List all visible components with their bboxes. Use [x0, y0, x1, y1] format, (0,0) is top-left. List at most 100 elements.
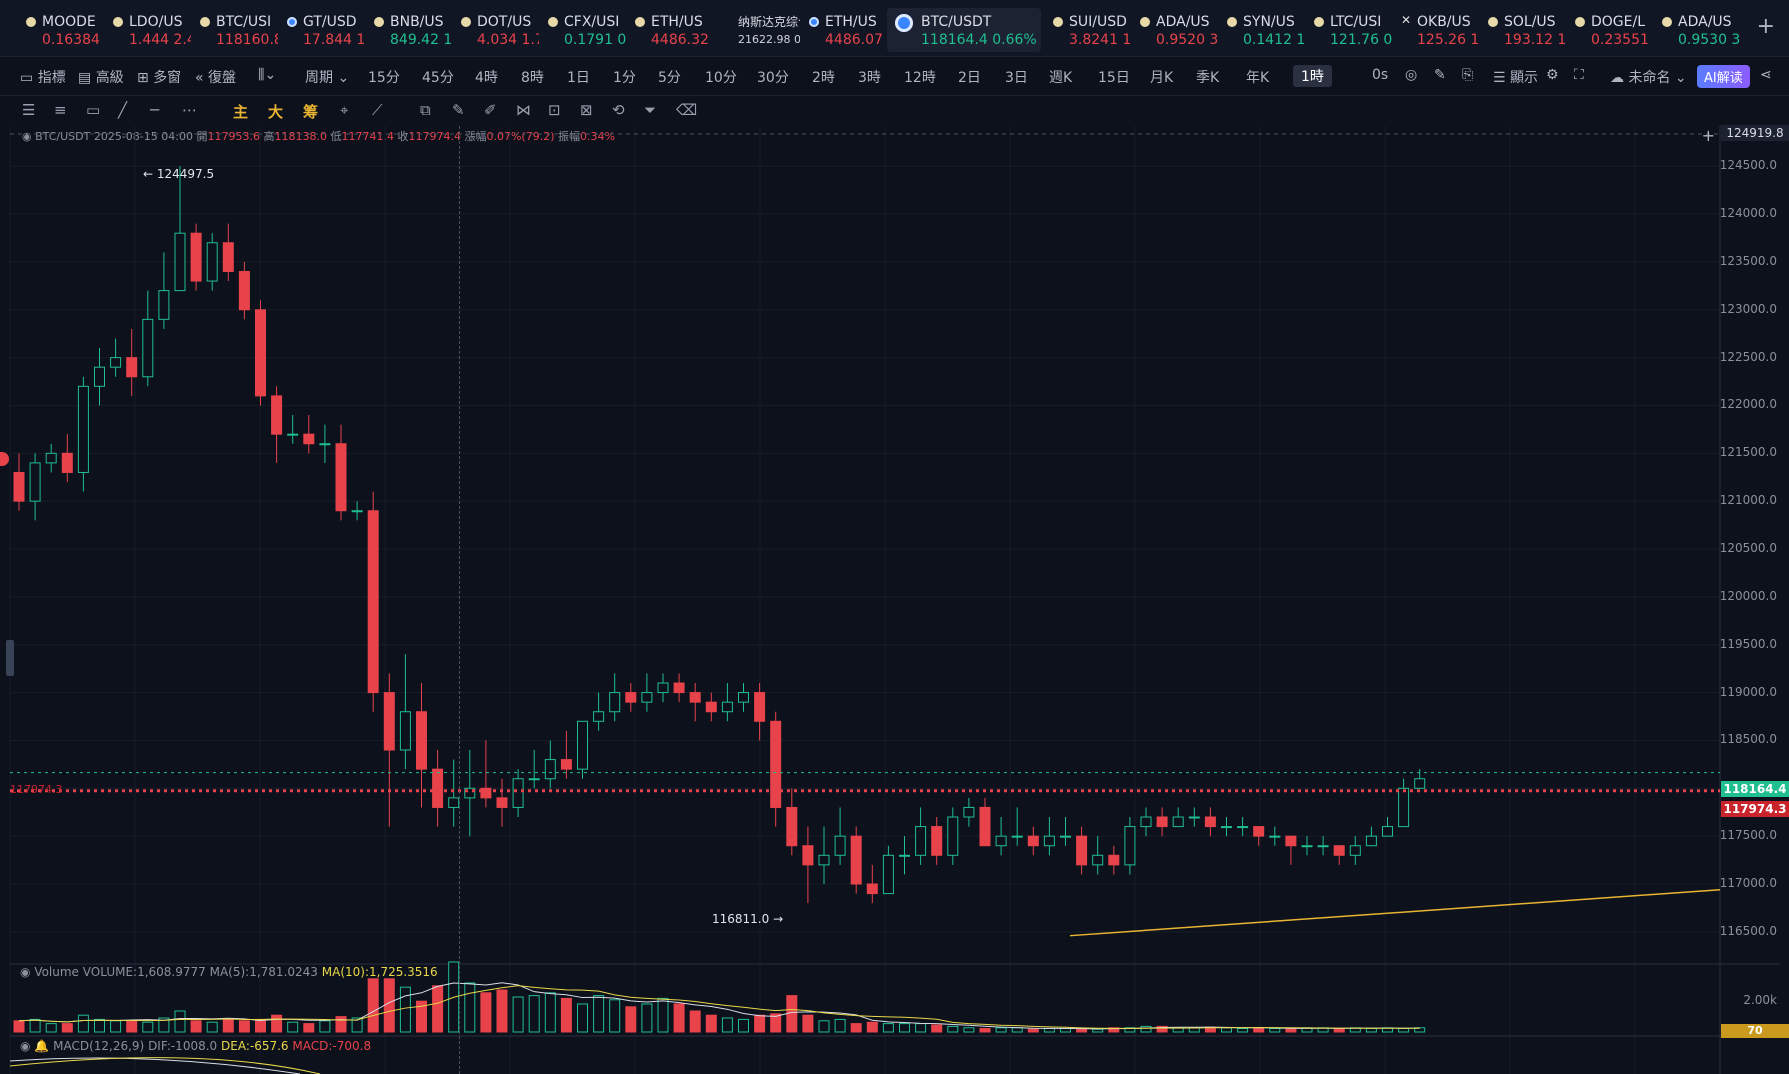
indicator-button[interactable]: ▭ 指標	[20, 67, 66, 87]
share-icon[interactable]: ⋖	[1760, 67, 1772, 83]
pencil-icon[interactable]: ✎	[452, 101, 465, 119]
chart-type-button[interactable]: ⫼⌄	[258, 67, 276, 83]
period-option[interactable]: 4時	[475, 67, 498, 87]
more-icon[interactable]: ⋯	[182, 101, 197, 119]
trash-icon[interactable]: ⌫	[676, 101, 697, 119]
volume-bar	[206, 1021, 218, 1033]
symbol-tab[interactable]: BNB/US 849.42 1.2	[366, 8, 452, 52]
coin-icon	[1053, 17, 1063, 27]
big-order-toggle[interactable]: 大	[268, 101, 283, 122]
candle-body	[1124, 826, 1136, 866]
edit-icon[interactable]: ✎	[1434, 67, 1446, 83]
magnet-icon[interactable]: ⋈	[516, 101, 531, 119]
tab-symbol: GT/USD	[303, 14, 357, 30]
symbol-tab[interactable]: DOT/US 4.034 1.71	[453, 8, 539, 52]
symbol-tab[interactable]: ✕ OKB/US 125.26 11.	[1393, 8, 1479, 52]
macd-toggle-icon[interactable]: ◉	[20, 1039, 30, 1053]
volume-toggle-icon[interactable]: ◉	[20, 965, 30, 979]
filter-icon[interactable]: ⏷	[644, 101, 656, 119]
symbol-tab[interactable]: SOL/US 193.12 1.8	[1480, 8, 1566, 52]
symbol-tab[interactable]: MOODE 0.16384 1.	[18, 8, 104, 52]
hline-icon[interactable]: ─	[150, 101, 159, 119]
period-option[interactable]: 12時	[904, 67, 936, 87]
brush-icon[interactable]: ✐	[484, 101, 497, 119]
layout-dropdown[interactable]: ☁ 未命名 ⌄	[1610, 67, 1687, 87]
volume-bar	[174, 1010, 186, 1033]
symbol-tab[interactable]: GT/USD 17.844 1.5	[279, 8, 365, 52]
trendline-icon[interactable]: ╱	[118, 101, 127, 119]
candle-body	[432, 768, 444, 808]
period-option[interactable]: 5分	[658, 67, 681, 87]
symbol-tab[interactable]: CFX/USI 0.1791 0.4	[540, 8, 626, 52]
volume-bar	[657, 997, 669, 1033]
period-option[interactable]: 15日	[1098, 67, 1130, 87]
symbol-tab[interactable]: LTC/USI 121.76 0.5	[1306, 8, 1392, 52]
coin-icon	[461, 17, 471, 27]
menu-icon[interactable]: ☰	[22, 101, 35, 119]
period-option[interactable]: 1時	[1293, 65, 1332, 87]
period-option[interactable]: 10分	[705, 67, 737, 87]
candle-body	[174, 232, 186, 292]
crosshair-plus-icon[interactable]: +	[1702, 126, 1715, 145]
symbol-tab[interactable]: ETH/US 4486.32 1.	[627, 8, 713, 52]
candlestick-chart[interactable]	[0, 126, 1789, 1074]
crosshair-icon[interactable]: ⌖	[340, 101, 348, 119]
candle-body	[61, 452, 73, 473]
multi-window-button[interactable]: ⊞ 多窗	[137, 67, 181, 87]
symbol-tab[interactable]: BTC/USDT 118164.4 0.66%	[887, 8, 1041, 52]
price-axis-label: 124500.0	[1719, 158, 1777, 173]
period-option[interactable]: 季K	[1196, 67, 1219, 87]
volume-bar	[850, 1023, 862, 1033]
period-option[interactable]: 3時	[858, 67, 881, 87]
period-option[interactable]: 月K	[1150, 67, 1173, 87]
symbol-tab[interactable]: 纳斯达克综合 21622.98 0.0(	[714, 8, 800, 52]
rectangle-icon[interactable]: ▭	[86, 101, 100, 119]
period-option[interactable]: 15分	[368, 67, 400, 87]
camera-icon[interactable]: ◎	[1405, 67, 1417, 83]
measure-icon[interactable]: ⟋	[372, 101, 383, 119]
cycle-icon[interactable]: ⟲	[612, 101, 625, 119]
settings-icon[interactable]: ⚙	[1546, 67, 1559, 83]
add-tab-icon[interactable]: +	[1757, 14, 1775, 39]
bell-icon[interactable]: 🔔	[34, 1039, 49, 1053]
symbol-tab[interactable]: ETH/US 4486.07 1.	[801, 8, 887, 52]
symbol-tab[interactable]: SUI/USD 3.8241 1.4	[1045, 8, 1131, 52]
candle-body	[593, 711, 605, 722]
main-chart-toggle[interactable]: 主	[233, 101, 248, 122]
symbol-tab[interactable]: LDO/US 1.444 2.41	[105, 8, 191, 52]
period-option[interactable]: 2日	[958, 67, 981, 87]
symbol-tab[interactable]: ADA/US 0.9520 3.4	[1132, 8, 1218, 52]
symbol-tab[interactable]: SYN/US 0.1412 1.8	[1219, 8, 1305, 52]
volume-bar	[1365, 1028, 1377, 1033]
panel-handle[interactable]	[6, 640, 14, 676]
period-option[interactable]: 45分	[422, 67, 454, 87]
period-option[interactable]: 30分	[757, 67, 789, 87]
period-dropdown[interactable]: 周期 ⌄	[305, 67, 349, 87]
replay-button[interactable]: « 復盤	[195, 67, 236, 87]
ai-button[interactable]: AI解读	[1697, 65, 1750, 88]
symbol-tab[interactable]: DOGE/L 0.23551 1.	[1567, 8, 1653, 52]
lock-icon[interactable]: ⊡	[548, 101, 561, 119]
period-option[interactable]: 1日	[567, 67, 590, 87]
volume-bar	[1333, 1028, 1345, 1033]
candle-body	[1092, 854, 1104, 866]
display-button[interactable]: ☰ 顯示	[1493, 67, 1538, 87]
period-option[interactable]: 3日	[1005, 67, 1028, 87]
period-option[interactable]: 1分	[613, 67, 636, 87]
chip-toggle[interactable]: 筹	[303, 101, 318, 122]
template-icon[interactable]: ⎘	[1462, 67, 1473, 83]
period-option[interactable]: 週K	[1049, 67, 1072, 87]
symbol-tab[interactable]: ADA/US 0.9530 3.4	[1654, 8, 1740, 52]
tab-price: 3.8241 1.4	[1069, 32, 1131, 48]
symbol-tab[interactable]: BTC/USI 118160.87	[192, 8, 278, 52]
period-option[interactable]: 2時	[812, 67, 835, 87]
period-option[interactable]: 年K	[1246, 67, 1269, 87]
visibility-icon[interactable]: ⊠	[580, 101, 593, 119]
advanced-button[interactable]: ▤ 高級	[78, 67, 124, 87]
period-label: 周期	[305, 70, 333, 86]
fullscreen-icon[interactable]: ⛶	[1574, 67, 1584, 83]
period-option[interactable]: 8時	[521, 67, 544, 87]
copy-icon[interactable]: ⧉	[420, 101, 431, 119]
candle-body	[1108, 854, 1120, 866]
lines-icon[interactable]: ≡	[54, 101, 67, 119]
